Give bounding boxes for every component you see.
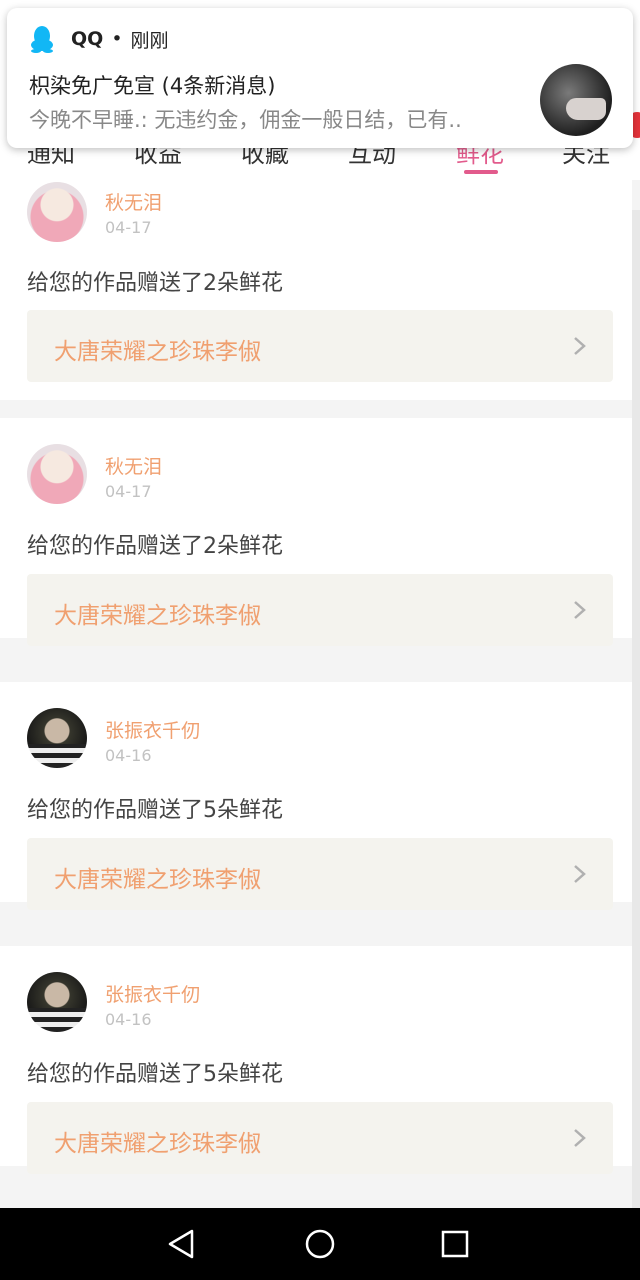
timestamp: 04-17 xyxy=(105,482,152,501)
avatar[interactable] xyxy=(27,708,87,768)
scrollbar[interactable] xyxy=(632,210,640,1210)
gift-message: 给您的作品赠送了5朵鲜花 xyxy=(27,1062,283,1087)
notification-separator: • xyxy=(111,28,123,50)
avatar[interactable] xyxy=(27,972,87,1032)
sender-avatar xyxy=(540,64,612,136)
timestamp: 04-16 xyxy=(105,1010,152,1029)
timestamp: 04-17 xyxy=(105,218,152,237)
notification-header: QQ • 刚刚 xyxy=(29,24,169,54)
chevron-right-icon xyxy=(574,1129,586,1147)
user-name[interactable]: 秋无泪 xyxy=(105,188,162,215)
work-link[interactable]: 大唐荣耀之珍珠李俶 xyxy=(27,310,613,382)
notification-time: 刚刚 xyxy=(130,29,169,52)
work-title: 大唐荣耀之珍珠李俶 xyxy=(54,1131,261,1157)
user-name[interactable]: 张振衣千仞 xyxy=(105,716,200,743)
avatar[interactable] xyxy=(27,444,87,504)
work-title: 大唐荣耀之珍珠李俶 xyxy=(54,603,261,629)
chevron-right-icon xyxy=(574,337,586,355)
gift-message: 给您的作品赠送了2朵鲜花 xyxy=(27,534,283,559)
work-link[interactable]: 大唐荣耀之珍珠李俶 xyxy=(27,1102,613,1174)
list-item: 秋无泪 04-17 给您的作品赠送了2朵鲜花 大唐荣耀之珍珠李俶 xyxy=(0,418,632,646)
work-link[interactable]: 大唐荣耀之珍珠李俶 xyxy=(27,838,613,910)
qq-notification[interactable]: QQ • 刚刚 枳染免广免宣 (4条新消息) 今晚不早睡.: 无违约金，佣金一般… xyxy=(7,8,633,148)
list-item: 张振衣千仞 04-16 给您的作品赠送了5朵鲜花 大唐荣耀之珍珠李俶 xyxy=(0,946,632,1174)
work-title: 大唐荣耀之珍珠李俶 xyxy=(54,867,261,893)
qq-penguin-icon xyxy=(31,26,53,53)
system-nav-bar xyxy=(0,1208,640,1280)
chevron-right-icon xyxy=(574,865,586,883)
list-item: 张振衣千仞 04-16 给您的作品赠送了5朵鲜花 大唐荣耀之珍珠李俶 xyxy=(0,682,632,910)
user-name[interactable]: 秋无泪 xyxy=(105,452,162,479)
notification-title: 枳染免广免宣 (4条新消息) xyxy=(29,74,276,98)
gift-message: 给您的作品赠送了5朵鲜花 xyxy=(27,798,283,823)
timestamp: 04-16 xyxy=(105,746,152,765)
avatar[interactable] xyxy=(27,182,87,242)
list-item: 秋无泪 04-17 给您的作品赠送了2朵鲜花 大唐荣耀之珍珠李俶 xyxy=(0,180,632,400)
home-circle-icon[interactable] xyxy=(302,1226,338,1262)
work-title: 大唐荣耀之珍珠李俶 xyxy=(54,339,261,365)
notification-app-name: QQ xyxy=(71,28,104,50)
work-link[interactable]: 大唐荣耀之珍珠李俶 xyxy=(27,574,613,646)
gift-message: 给您的作品赠送了2朵鲜花 xyxy=(27,271,283,296)
active-tab-indicator xyxy=(464,170,498,174)
user-name[interactable]: 张振衣千仞 xyxy=(105,980,200,1007)
recents-square-icon[interactable] xyxy=(437,1226,473,1262)
chevron-right-icon xyxy=(574,601,586,619)
notification-body: 今晚不早睡.: 无违约金，佣金一般日结，已有.. xyxy=(29,108,462,132)
back-triangle-icon[interactable] xyxy=(164,1226,200,1262)
